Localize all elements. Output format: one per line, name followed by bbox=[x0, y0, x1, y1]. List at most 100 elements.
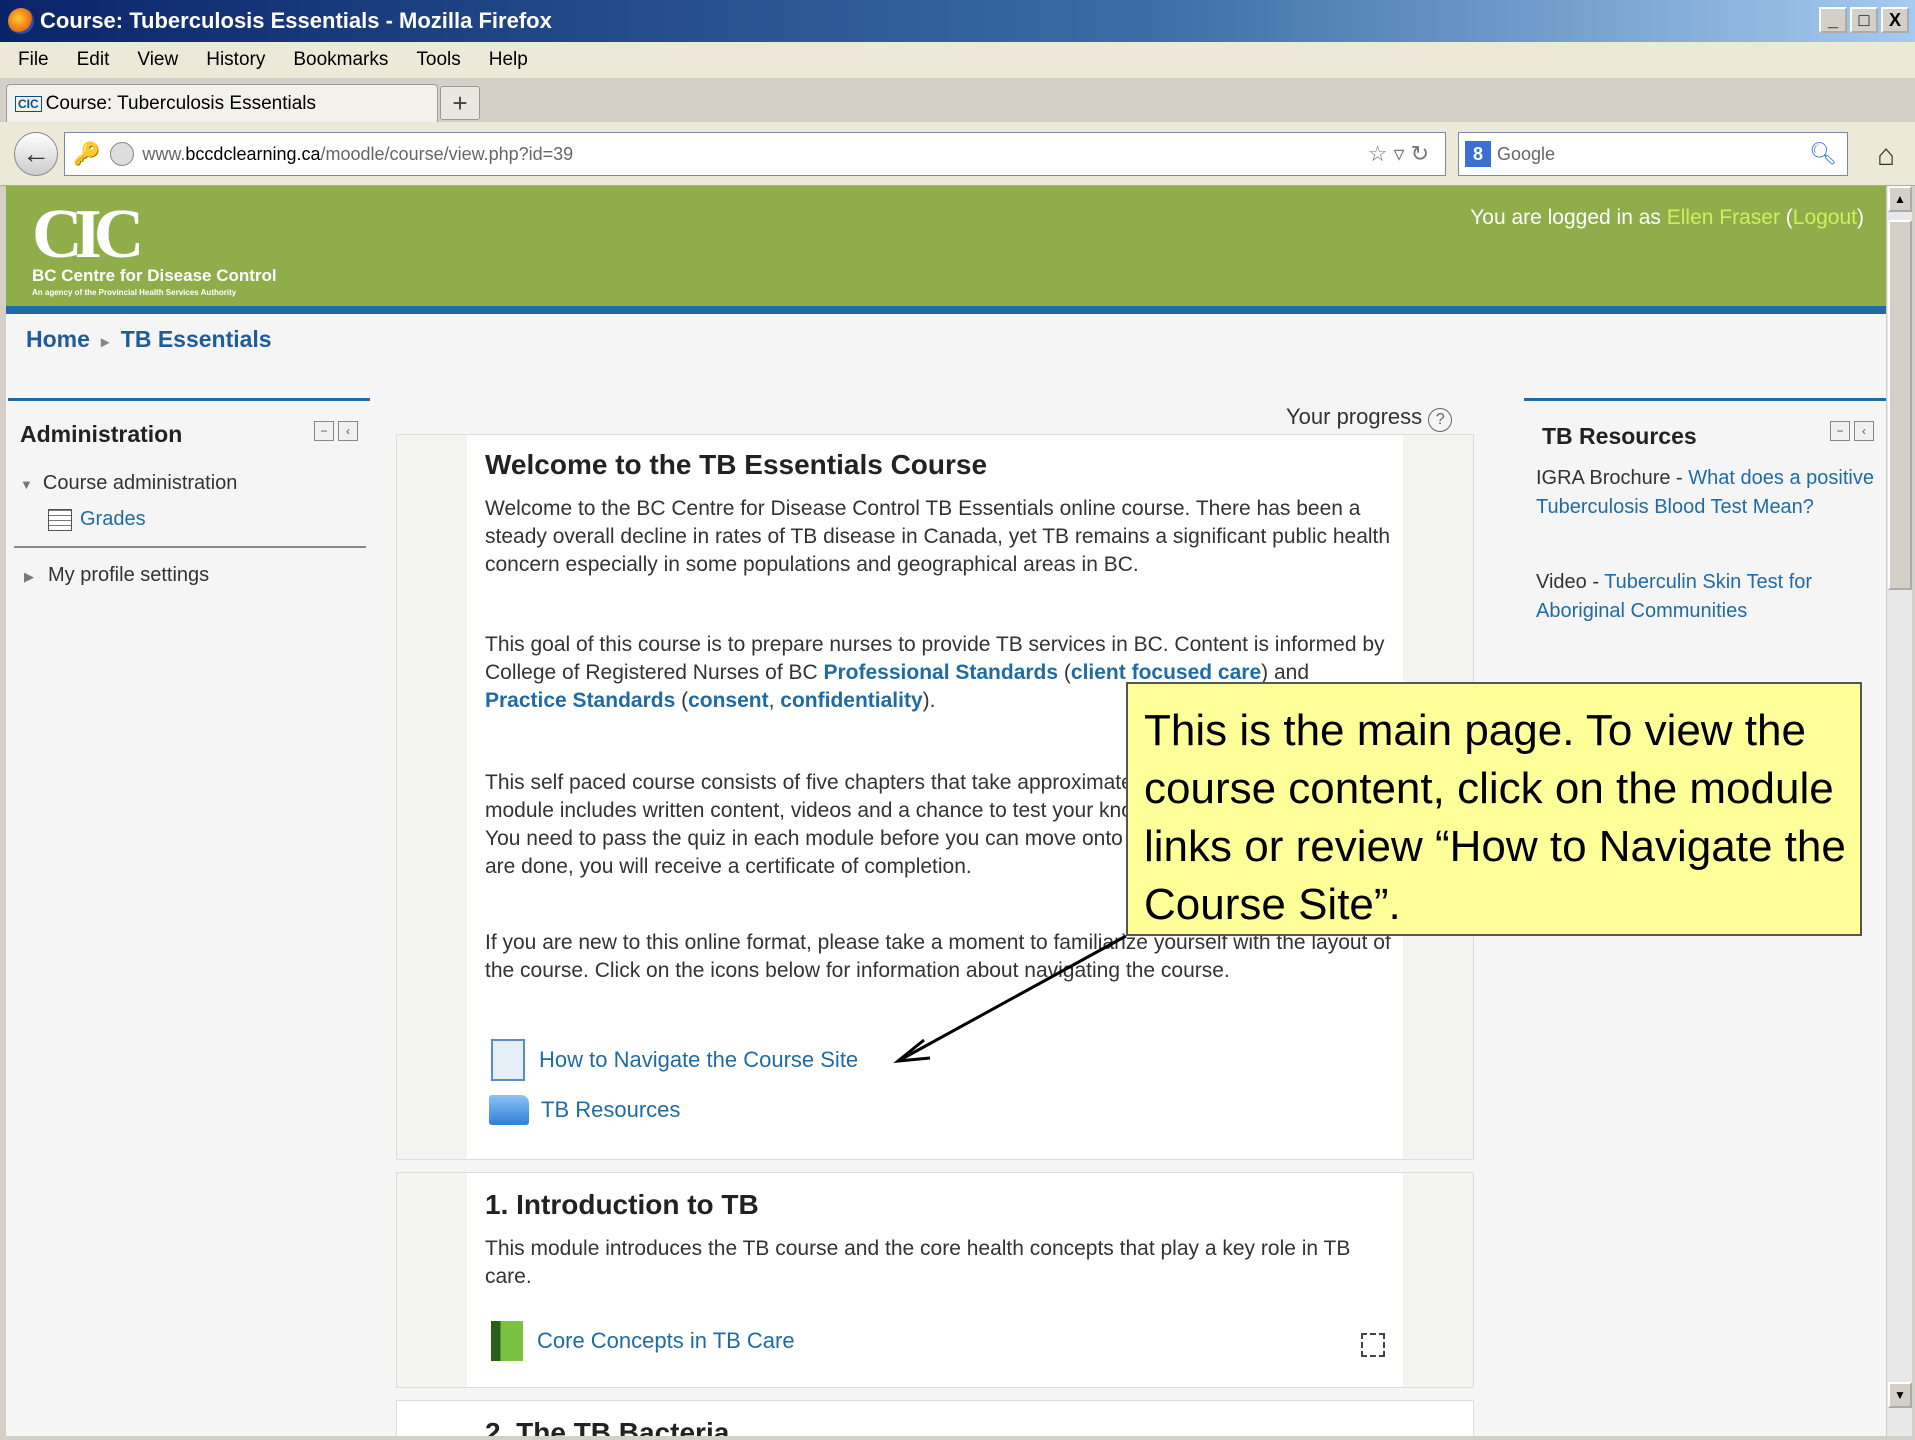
home-icon[interactable]: ⌂ bbox=[1866, 136, 1906, 176]
close-button[interactable]: X bbox=[1881, 7, 1909, 33]
login-prefix: You are logged in as bbox=[1470, 206, 1667, 229]
dock-icon[interactable]: ‹ bbox=[338, 421, 358, 441]
menu-history[interactable]: History bbox=[206, 49, 265, 71]
scroll-down-icon[interactable]: ▼ bbox=[1888, 1382, 1912, 1408]
browser-tab[interactable]: CIC Course: Tuberculosis Essentials bbox=[6, 84, 438, 122]
tab-favicon: CIC bbox=[15, 95, 42, 112]
tb-resources-header: TB Resources − ‹ bbox=[1524, 398, 1886, 458]
completion-checkbox[interactable] bbox=[1361, 1333, 1385, 1357]
administration-title: Administration bbox=[20, 421, 183, 447]
link-confidentiality[interactable]: confidentiality bbox=[780, 689, 922, 712]
url-domain: bccdclearning.ca bbox=[185, 143, 321, 164]
search-placeholder: Google bbox=[1497, 143, 1556, 164]
breadcrumb-home[interactable]: Home bbox=[26, 326, 90, 352]
help-icon[interactable]: ? bbox=[1428, 408, 1453, 432]
url-path: /moodle/course/view.php?id=39 bbox=[320, 143, 574, 164]
link-client-focused-care[interactable]: client focused care bbox=[1071, 661, 1261, 684]
grades-icon bbox=[48, 508, 72, 531]
back-arrow-icon: ← bbox=[22, 138, 50, 169]
core-concepts-link[interactable]: Core Concepts in TB Care bbox=[491, 1321, 795, 1361]
progress-label: Your progress bbox=[1286, 404, 1423, 429]
navigate-course-link[interactable]: How to Navigate the Course Site bbox=[491, 1039, 858, 1081]
minimize-button[interactable]: _ bbox=[1819, 7, 1847, 33]
welcome-title: Welcome to the TB Essentials Course bbox=[485, 449, 988, 480]
menu-bookmarks[interactable]: Bookmarks bbox=[293, 49, 388, 71]
navigation-bar: ← 🔑 www. bccdclearning.ca/moodle/course/v… bbox=[0, 122, 1915, 186]
profile-settings-node[interactable]: ▶ My profile settings bbox=[24, 564, 209, 587]
resource-igra-brochure: IGRA Brochure - What does a positive Tub… bbox=[1536, 467, 1874, 518]
logout-link[interactable]: Logout bbox=[1793, 206, 1857, 229]
logo-mark: CIC bbox=[32, 196, 144, 273]
menu-edit[interactable]: Edit bbox=[77, 49, 110, 71]
url-prefix: www. bbox=[142, 143, 186, 164]
back-button[interactable]: ← bbox=[14, 132, 58, 176]
expanded-triangle-icon: ▼ bbox=[20, 477, 33, 492]
site-header: CIC BC Centre for Disease Control An age… bbox=[6, 186, 1886, 314]
tb-resources-block: TB Resources − ‹ IGRA Brochure - What doe… bbox=[1524, 398, 1886, 698]
vertical-scrollbar[interactable]: ▲ ▼ bbox=[1886, 186, 1912, 1436]
grades-label: Grades bbox=[80, 508, 146, 530]
url-bar[interactable]: 🔑 www. bccdclearning.ca/moodle/course/vie… bbox=[64, 132, 1446, 176]
core-concepts-label: Core Concepts in TB Care bbox=[537, 1328, 795, 1353]
link-professional-standards[interactable]: Professional Standards bbox=[824, 661, 1059, 684]
section-1-description: This module introduces the TB course and… bbox=[485, 1237, 1351, 1288]
new-tab-button[interactable]: + bbox=[440, 86, 480, 120]
course-admin-node[interactable]: ▼ Course administration bbox=[20, 472, 237, 495]
search-bar[interactable]: 8 Google 🔍︎ bbox=[1458, 132, 1848, 176]
scroll-up-icon[interactable]: ▲ bbox=[1888, 186, 1912, 212]
tb-resources-title: TB Resources bbox=[1542, 423, 1697, 449]
window-title-bar: Course: Tuberculosis Essentials - Mozill… bbox=[0, 0, 1915, 42]
collapse-icon[interactable]: − bbox=[1830, 421, 1850, 441]
course-admin-label: Course administration bbox=[42, 472, 238, 494]
block-controls: − ‹ bbox=[310, 421, 358, 441]
window-title: Course: Tuberculosis Essentials - Mozill… bbox=[40, 8, 552, 33]
section-introduction: 1. Introduction to TB This module introd… bbox=[396, 1172, 1474, 1388]
logo-name: BC Centre for Disease Control bbox=[32, 266, 277, 285]
section-1-title: 1. Introduction to TB bbox=[485, 1189, 759, 1220]
grades-link[interactable]: Grades bbox=[48, 508, 146, 531]
tab-bar: CIC Course: Tuberculosis Essentials + bbox=[0, 80, 1915, 122]
bookmark-star-icon[interactable]: ☆▿↻ bbox=[1368, 141, 1435, 167]
dock-icon[interactable]: ‹ bbox=[1854, 421, 1874, 441]
menu-view[interactable]: View bbox=[137, 49, 178, 71]
book-icon bbox=[491, 1321, 523, 1361]
administration-block: Administration − ‹ ▼ Course administration… bbox=[8, 398, 370, 598]
progress-indicator: Your progress ? bbox=[1286, 404, 1453, 432]
welcome-paragraph-1: Welcome to the BC Centre for Disease Con… bbox=[485, 497, 1391, 576]
link-consent[interactable]: consent bbox=[688, 689, 769, 712]
scroll-thumb[interactable] bbox=[1888, 220, 1912, 590]
menu-file[interactable]: File bbox=[18, 49, 49, 71]
folder-icon bbox=[489, 1095, 529, 1125]
breadcrumb-course[interactable]: TB Essentials bbox=[121, 326, 272, 352]
menu-bar: File Edit View History Bookmarks Tools H… bbox=[0, 42, 1915, 78]
administration-header: Administration − ‹ bbox=[8, 398, 370, 458]
callout-arrow bbox=[893, 934, 1127, 1063]
maximize-button[interactable]: □ bbox=[1850, 7, 1878, 33]
resource-skin-test-video: Video - Tuberculin Skin Test for Aborigi… bbox=[1536, 571, 1813, 622]
page-icon bbox=[491, 1039, 525, 1081]
collapsed-triangle-icon: ▶ bbox=[24, 569, 34, 584]
instruction-callout: This is the main page. To view the cours… bbox=[1126, 682, 1862, 936]
user-link[interactable]: Ellen Fraser bbox=[1667, 206, 1780, 229]
collapse-icon[interactable]: − bbox=[314, 421, 334, 441]
site-identity-icon[interactable]: 🔑 bbox=[73, 141, 100, 167]
search-engine-icon[interactable]: 8 bbox=[1465, 141, 1491, 167]
globe-icon bbox=[110, 142, 135, 166]
tab-label: Course: Tuberculosis Essentials bbox=[45, 92, 317, 114]
block-controls: − ‹ bbox=[1826, 421, 1874, 441]
navigate-course-label: How to Navigate the Course Site bbox=[539, 1047, 859, 1072]
search-icon[interactable]: 🔍︎ bbox=[1809, 141, 1837, 167]
login-info: You are logged in as Ellen Fraser (Logou… bbox=[1470, 206, 1864, 229]
breadcrumb-separator: ► bbox=[97, 334, 113, 351]
tb-resources-folder-label: TB Resources bbox=[541, 1097, 681, 1122]
bccdc-logo[interactable]: CIC BC Centre for Disease Control An age… bbox=[32, 196, 277, 298]
link-practice-standards[interactable]: Practice Standards bbox=[485, 689, 675, 712]
profile-settings-label: My profile settings bbox=[48, 564, 210, 586]
firefox-icon bbox=[8, 8, 34, 34]
divider bbox=[14, 546, 366, 548]
logo-subtitle: An agency of the Provincial Health Servi… bbox=[32, 288, 237, 297]
menu-tools[interactable]: Tools bbox=[416, 49, 460, 71]
tb-resources-folder-link[interactable]: TB Resources bbox=[489, 1095, 680, 1125]
menu-help[interactable]: Help bbox=[489, 49, 528, 71]
section-2-title: 2. The TB Bacteria bbox=[485, 1417, 730, 1436]
